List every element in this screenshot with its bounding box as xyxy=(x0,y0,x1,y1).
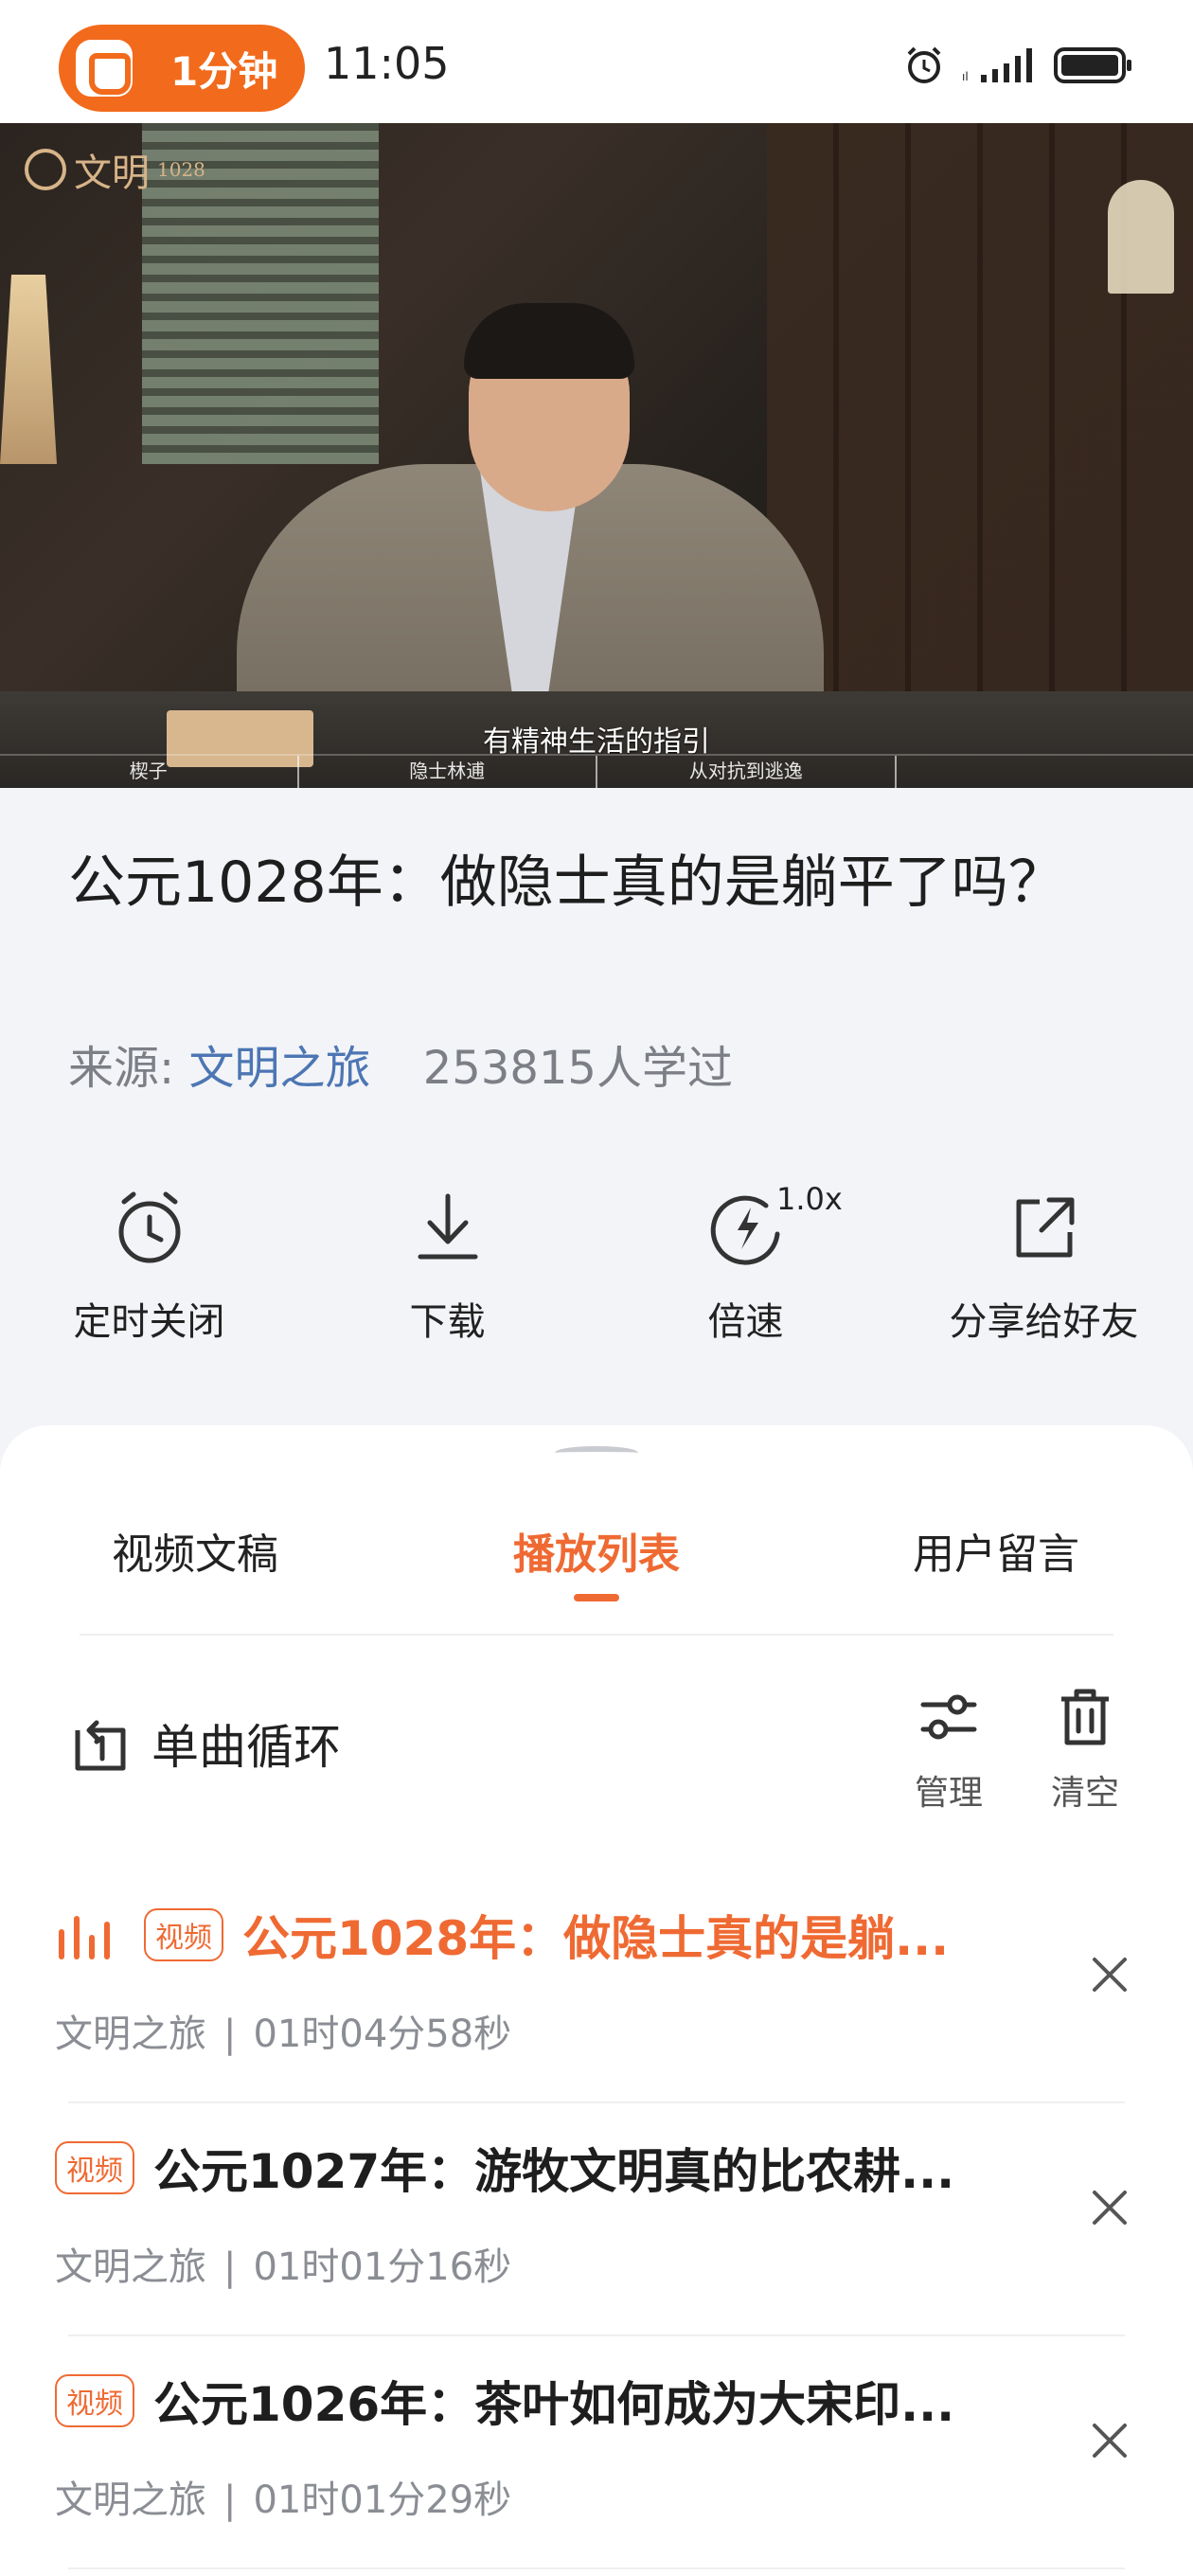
video-lamp xyxy=(0,275,57,464)
chapter-progress-bar[interactable]: 楔子 隐士林逋 从对抗到逃逸 xyxy=(0,754,1193,788)
sliders-icon xyxy=(920,1694,977,1740)
item-source: 文明之旅 xyxy=(55,2478,206,2522)
tab-comments[interactable]: 用户留言 xyxy=(795,1520,1193,1605)
signal-icon: ıl xyxy=(962,48,1032,83)
active-tab-indicator xyxy=(574,1594,619,1601)
floating-timer-pill[interactable]: 1分钟 xyxy=(59,25,305,112)
playlist-item-header: 视频 公元1027年：游牧文明真的比农耕... xyxy=(55,2134,954,2202)
alarm-icon xyxy=(907,46,941,83)
item-separator: | xyxy=(223,2478,237,2522)
divider xyxy=(80,1634,1113,1636)
learner-count: 253815人学过 xyxy=(422,1042,733,1095)
remove-icon[interactable] xyxy=(1081,2179,1138,2236)
status-bar: 1分钟 11:05 ıl xyxy=(0,0,1193,123)
watermark-name: 文明 xyxy=(74,152,150,195)
now-playing-icon xyxy=(59,1916,110,1959)
tab-bar: 视频文稿 播放列表 用户留言 xyxy=(0,1520,1193,1605)
speed-button[interactable]: 1.0x 倍速 xyxy=(596,1181,895,1350)
app-logo-icon xyxy=(76,40,133,97)
video-badge: 视频 xyxy=(55,2141,134,2194)
playlist: 视频 公元1028年：做隐士真的是躺... 文明之旅 | 01时04分58秒 视频 … xyxy=(0,1870,1193,2569)
loop-label: 单曲循环 xyxy=(151,1720,341,1775)
playlist-item-title: 公元1026年：茶叶如何成为大宋印... xyxy=(153,2377,955,2432)
chapter-marker[interactable]: 楔子 xyxy=(0,756,299,788)
video-title: 公元1028年：做隐士真的是躺平了吗？ xyxy=(68,850,1065,916)
item-source: 文明之旅 xyxy=(55,2012,206,2056)
battery-icon xyxy=(1054,47,1131,83)
tab-playlist-label: 播放列表 xyxy=(513,1530,680,1579)
playlist-item-meta: 文明之旅 | 01时01分29秒 xyxy=(55,2469,511,2524)
video-meta: 来源: 文明之旅 253815人学过 xyxy=(68,1030,733,1097)
download-label: 下载 xyxy=(409,1300,486,1344)
repeat-one-icon xyxy=(75,1720,126,1771)
watermark-number: 1028 xyxy=(157,158,205,181)
share-button[interactable]: 分享给好友 xyxy=(895,1189,1193,1350)
manage-label: 管理 xyxy=(915,1774,984,1813)
video-badge: 视频 xyxy=(144,1908,223,1961)
chapter-marker[interactable]: 从对抗到逃逸 xyxy=(597,756,897,788)
svg-text:ıl: ıl xyxy=(962,70,969,83)
bottom-sheet: 视频文稿 播放列表 用户留言 单曲循环 管理 清空 视频 公元1028年：做隐士… xyxy=(0,1425,1193,2576)
download-icon xyxy=(418,1193,477,1260)
speed-icon xyxy=(710,1195,779,1265)
clear-button[interactable]: 清空 xyxy=(1051,1686,1119,1815)
playlist-item[interactable]: 视频 公元1026年：茶叶如何成为大宋印... 文明之旅 | 01时01分29秒 xyxy=(55,2336,1127,2569)
video-player[interactable]: 文明 1028 有精神生活的指引 楔子 隐士林逋 从对抗到逃逸 xyxy=(0,123,1193,788)
item-separator: | xyxy=(223,2245,237,2289)
item-duration: 01时01分16秒 xyxy=(253,2245,512,2289)
playlist-item-meta: 文明之旅 | 01时01分16秒 xyxy=(55,2236,511,2291)
playlist-item-meta: 文明之旅 | 01时04分58秒 xyxy=(55,2003,511,2058)
item-duration: 01时04分58秒 xyxy=(253,2012,512,2056)
video-badge: 视频 xyxy=(55,2374,134,2427)
share-icon xyxy=(1016,1197,1074,1258)
playlist-item[interactable]: 视频 公元1027年：游牧文明真的比农耕... 文明之旅 | 01时01分16秒 xyxy=(55,2103,1127,2336)
playlist-item-title: 公元1028年：做隐士真的是躺... xyxy=(242,1911,950,1966)
tab-transcript[interactable]: 视频文稿 xyxy=(0,1520,398,1605)
action-row: 定时关闭 下载 1.0x 倍速 分享给好友 xyxy=(0,1181,1193,1350)
source-label: 来源: xyxy=(68,1042,175,1095)
status-icons: ıl xyxy=(903,42,1134,89)
watermark-logo-icon xyxy=(25,149,66,190)
timer-close-button[interactable]: 定时关闭 xyxy=(0,1189,298,1350)
tab-playlist[interactable]: 播放列表 xyxy=(398,1520,795,1605)
status-time: 11:05 xyxy=(324,38,450,89)
item-separator: | xyxy=(223,2012,237,2056)
single-loop-button[interactable]: 单曲循环 xyxy=(68,1709,341,1778)
playlist-item[interactable]: 视频 公元1028年：做隐士真的是躺... 文明之旅 | 01时04分58秒 xyxy=(55,1870,1127,2103)
playlist-item-header: 视频 公元1026年：茶叶如何成为大宋印... xyxy=(55,2367,954,2435)
sheet-drag-handle[interactable] xyxy=(555,1446,638,1459)
video-presenter-hair xyxy=(464,303,634,379)
pill-label: 1分钟 xyxy=(170,47,278,95)
remove-icon[interactable] xyxy=(1081,2412,1138,2469)
timer-label: 定时关闭 xyxy=(73,1300,225,1344)
chapter-marker[interactable] xyxy=(897,756,1193,788)
channel-watermark: 文明 1028 xyxy=(25,142,205,197)
manage-button[interactable]: 管理 xyxy=(915,1686,983,1815)
source-link[interactable]: 文明之旅 xyxy=(188,1042,370,1095)
item-source: 文明之旅 xyxy=(55,2245,206,2289)
trash-icon xyxy=(1061,1689,1109,1745)
playlist-item-title: 公元1027年：游牧文明真的比农耕... xyxy=(153,2144,955,2199)
chapter-marker[interactable]: 隐士林逋 xyxy=(299,756,597,788)
share-label: 分享给好友 xyxy=(949,1300,1139,1344)
download-button[interactable]: 下载 xyxy=(298,1189,596,1350)
video-right-lamp xyxy=(1108,180,1174,294)
clear-label: 清空 xyxy=(1051,1774,1120,1813)
item-duration: 01时01分29秒 xyxy=(253,2478,512,2522)
speed-label: 倍速 xyxy=(707,1300,784,1344)
speed-value: 1.0x xyxy=(776,1181,843,1217)
remove-icon[interactable] xyxy=(1081,1946,1138,2003)
alarm-clock-icon xyxy=(118,1191,180,1263)
playlist-item-header: 视频 公元1028年：做隐士真的是躺... xyxy=(55,1901,949,1969)
